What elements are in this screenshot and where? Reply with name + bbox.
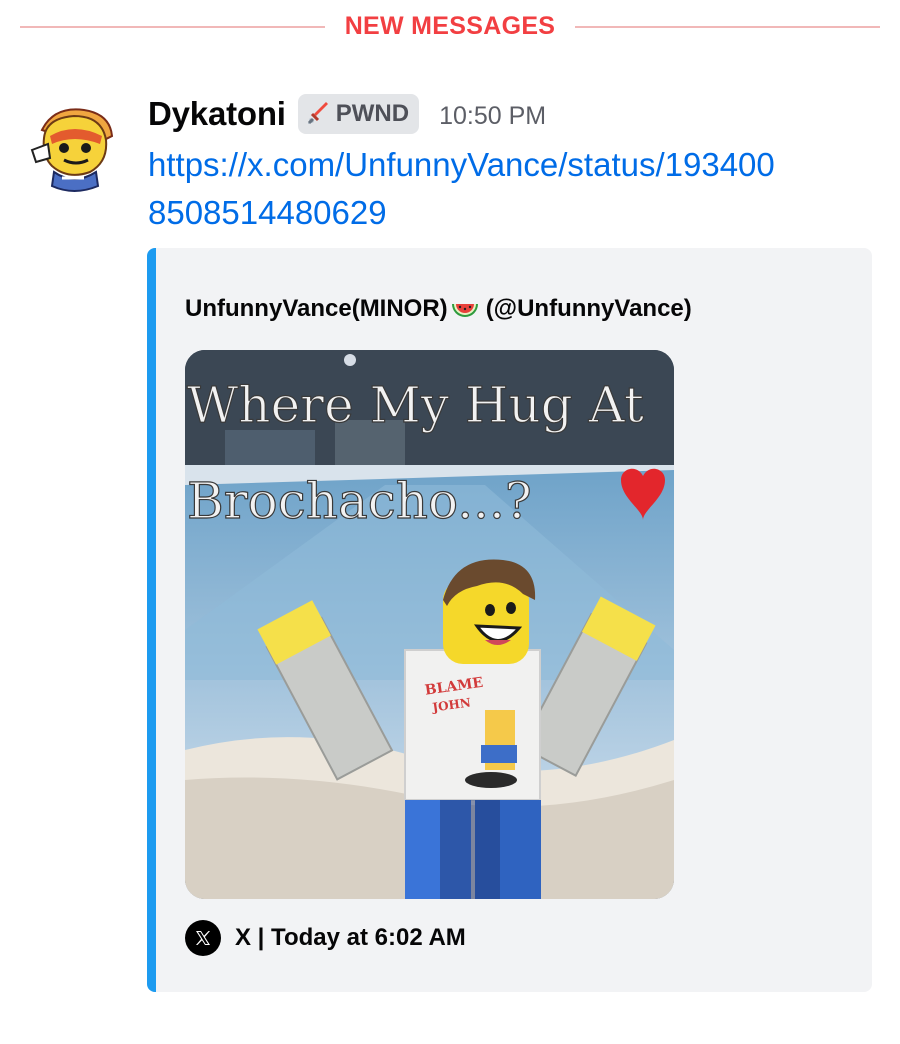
new-messages-divider: NEW MESSAGES xyxy=(0,0,900,54)
embed-author-name: UnfunnyVance(MINOR) xyxy=(185,295,448,322)
message-header: Dykatoni PWND 10:50 PM xyxy=(148,92,546,136)
embed-author[interactable]: UnfunnyVance(MINOR) (@UnfunnyVance) xyxy=(185,294,692,324)
embed-image[interactable]: Where My Hug At Brochacho...? BLAME JOHN xyxy=(185,350,674,899)
watermelon-icon xyxy=(451,304,478,317)
embed-author-handle: (@UnfunnyVance) xyxy=(485,295,692,322)
x-logo-icon xyxy=(185,920,221,956)
meme-image: Where My Hug At Brochacho...? BLAME JOHN xyxy=(185,350,674,899)
message-link[interactable]: https://x.com/UnfunnyVance/status/193400… xyxy=(148,141,788,237)
link-embed: UnfunnyVance(MINOR) (@UnfunnyVance) Wher… xyxy=(147,248,872,992)
user-avatar[interactable] xyxy=(24,100,122,198)
embed-footer: X | Today at 6:02 AM xyxy=(185,920,466,956)
meme-caption-line1: Where My Hug At xyxy=(187,376,644,434)
divider-line-left xyxy=(20,26,325,28)
server-tag-label: PWND xyxy=(335,100,410,127)
username[interactable]: Dykatoni xyxy=(148,95,286,133)
avatar-drawing xyxy=(24,100,122,198)
divider-line-right xyxy=(575,26,880,28)
embed-accent-bar xyxy=(147,248,156,992)
meme-caption-line2: Brochacho...? xyxy=(187,472,532,530)
sword-icon xyxy=(307,102,328,125)
server-tag[interactable]: PWND xyxy=(297,94,420,134)
embed-footer-text: X | Today at 6:02 AM xyxy=(235,924,466,951)
message-timestamp[interactable]: 10:50 PM xyxy=(439,102,546,131)
new-messages-label: NEW MESSAGES xyxy=(344,12,556,40)
